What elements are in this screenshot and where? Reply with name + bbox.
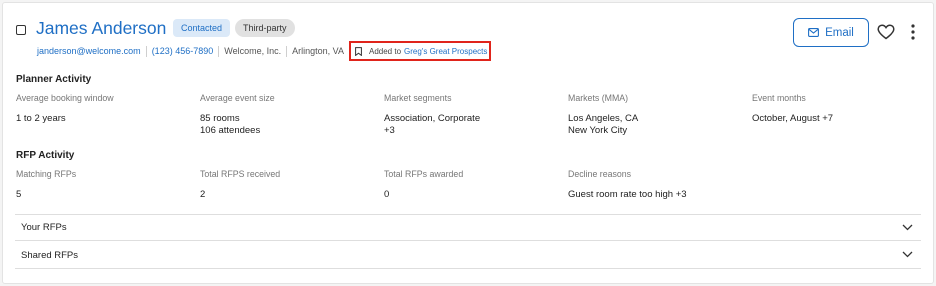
accordion-shared-rfps[interactable]: Shared RFPs (15, 242, 921, 269)
planner-col-markets: Markets (MMA) Los Angeles, CA New York C… (568, 93, 639, 136)
contact-company: Welcome, Inc. (218, 45, 286, 57)
contact-location: Arlington, VA (286, 45, 349, 57)
kebab-menu-icon[interactable] (908, 23, 918, 41)
mail-icon (808, 28, 820, 37)
contact-header: James Anderson Contacted Third-party jan… (3, 3, 933, 67)
planner-col-market-segments: Market segments Association, Corporate +… (384, 93, 481, 136)
planner-col-booking-window: Average booking window 1 to 2 years (16, 93, 114, 124)
rfp-col-awarded: Total RFPs awarded 0 (384, 169, 464, 200)
contact-phone-link[interactable]: (123) 456-7890 (145, 45, 219, 57)
prospect-prefix: Added to (369, 46, 402, 56)
prospect-list-link[interactable]: Greg's Great Prospects (404, 47, 487, 56)
rfp-activity-title: RFP Activity (16, 150, 75, 161)
contact-name[interactable]: James Anderson (36, 17, 166, 39)
accordion-your-rfps-label: Your RFPs (21, 222, 67, 233)
rfp-col-received: Total RFPS received 2 (200, 169, 281, 200)
chevron-down-icon (902, 251, 913, 258)
heart-icon[interactable] (877, 24, 895, 40)
prospect-list-tag[interactable]: Added to Greg's Great Prospects (349, 41, 491, 61)
rfp-col-decline-reasons: Decline reasons Guest room rate too high… (568, 169, 687, 200)
rfp-col-matching: Matching RFPs 5 (16, 169, 77, 200)
status-badge-contacted: Contacted (173, 19, 231, 37)
planner-col-event-size: Average event size 85 rooms 106 attendee… (200, 93, 275, 136)
contact-card: James Anderson Contacted Third-party jan… (2, 2, 934, 284)
planner-col-event-months: Event months October, August +7 (752, 93, 834, 124)
email-button[interactable]: Email (793, 18, 869, 47)
chevron-down-icon (902, 224, 913, 231)
email-button-label: Email (825, 26, 854, 39)
bookmark-icon (355, 46, 362, 56)
accordion-shared-rfps-label: Shared RFPs (21, 249, 79, 261)
contact-meta: janderson@welcome.com (123) 456-7890 Wel… (37, 44, 349, 58)
select-checkbox[interactable] (16, 25, 26, 35)
accordion-your-rfps[interactable]: Your RFPs (15, 214, 921, 241)
status-badge-third-party: Third-party (235, 19, 295, 37)
contact-email-link[interactable]: janderson@welcome.com (37, 46, 146, 57)
planner-activity-title: Planner Activity (16, 74, 92, 85)
